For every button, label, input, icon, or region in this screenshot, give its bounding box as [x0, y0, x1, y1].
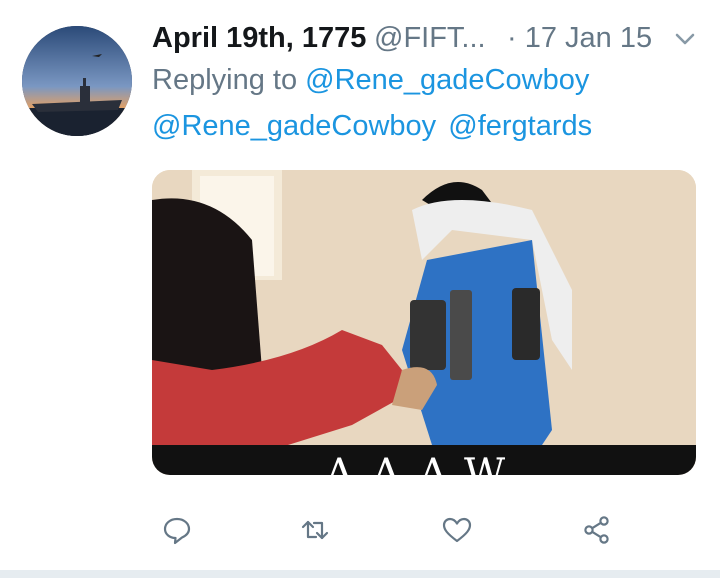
replying-to-line: Replying to @Rene_gadeCowboy [152, 64, 589, 97]
user-handle[interactable]: @FIFT... [374, 22, 486, 55]
like-button[interactable] [435, 508, 479, 552]
reply-icon [163, 517, 191, 545]
display-name[interactable]: April 19th, 1775 [152, 22, 366, 55]
tweet-actions [155, 508, 615, 552]
heart-icon [442, 517, 472, 543]
replying-to-label: Replying to [152, 64, 298, 96]
tweet-media[interactable]: AAAW [152, 170, 696, 475]
divider [0, 570, 720, 578]
photo-image [152, 170, 696, 475]
mention-link[interactable]: @Rene_gadeCowboy [152, 110, 436, 142]
retweet-icon [301, 520, 329, 540]
mention-link[interactable]: @fergtards [448, 110, 592, 142]
avatar[interactable] [22, 26, 132, 136]
retweet-button[interactable] [293, 508, 337, 552]
tweet-body: @Rene_gadeCowboy @fergtards [152, 110, 596, 143]
share-icon [584, 516, 609, 544]
tweet-date[interactable]: · 17 Jan 15 [507, 22, 652, 55]
reply-button[interactable] [155, 508, 199, 552]
chevron-down-icon[interactable] [672, 26, 698, 52]
tweet-header: April 19th, 1775 @FIFT... · 17 Jan 15 [152, 22, 712, 62]
media-caption: AAAW [152, 445, 696, 475]
replying-to-mention[interactable]: @Rene_gadeCowboy [305, 64, 589, 96]
share-button[interactable] [575, 508, 619, 552]
aircraft-carrier-image [22, 26, 132, 136]
